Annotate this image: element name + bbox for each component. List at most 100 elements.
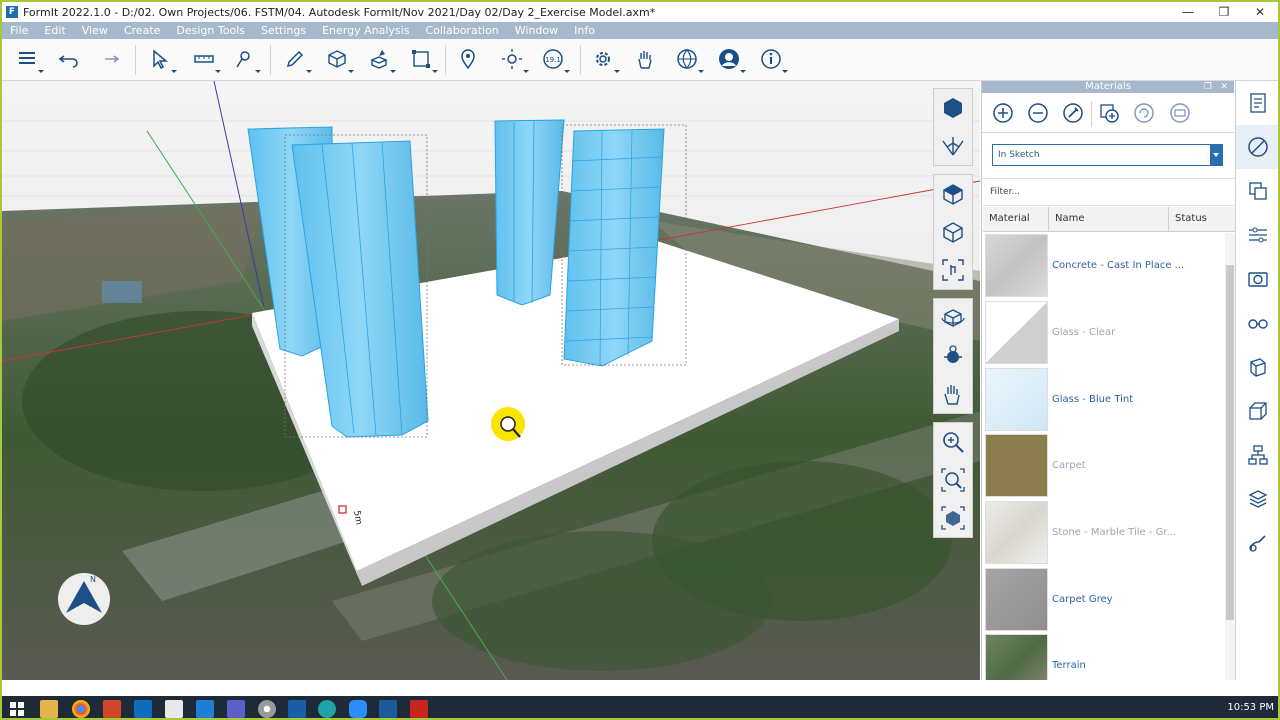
zoom-icon[interactable] bbox=[934, 423, 972, 461]
menu-design-tools[interactable]: Design Tools bbox=[168, 24, 253, 37]
fit-view-icon[interactable] bbox=[934, 251, 972, 289]
sketch-filter-select[interactable]: In Sketch bbox=[992, 144, 1223, 166]
ruler-icon[interactable]: 19.1 bbox=[538, 44, 570, 74]
list-item[interactable]: Glass - Blue Tint bbox=[983, 366, 1224, 434]
panel-close-icon[interactable]: ✕ bbox=[1220, 81, 1228, 93]
menu-energy-analysis[interactable]: Energy Analysis bbox=[314, 24, 417, 37]
formit-window: F FormIt 2022.1.0 - D:/02. Own Projects/… bbox=[0, 0, 1280, 720]
list-item[interactable]: Concrete - Cast In Place ... bbox=[983, 233, 1224, 300]
sun-icon[interactable] bbox=[497, 44, 529, 74]
refresh-icon[interactable] bbox=[1133, 102, 1155, 124]
pan-icon[interactable] bbox=[934, 375, 972, 413]
material-name: Stone - Marble Tile - Gr... bbox=[1052, 527, 1177, 539]
minimize-icon[interactable]: — bbox=[1170, 2, 1206, 22]
account-icon[interactable] bbox=[714, 44, 746, 74]
file-explorer-icon[interactable] bbox=[40, 700, 58, 718]
scrollbar-thumb[interactable] bbox=[1226, 265, 1234, 620]
menu-create[interactable]: Create bbox=[116, 24, 169, 37]
perspective-icon[interactable] bbox=[934, 127, 972, 165]
place-icon[interactable] bbox=[229, 44, 261, 74]
3d-viewport[interactable]: 5m N bbox=[2, 81, 980, 680]
zoom-extents-icon[interactable] bbox=[934, 499, 972, 537]
levels-icon[interactable] bbox=[1236, 213, 1278, 257]
revit-icon[interactable] bbox=[288, 700, 306, 718]
menu-settings[interactable]: Settings bbox=[253, 24, 314, 37]
edge-legacy-icon[interactable] bbox=[196, 700, 214, 718]
restore-icon[interactable]: ❐ bbox=[1206, 2, 1242, 22]
zoom-window-icon[interactable] bbox=[934, 461, 972, 499]
chrome-icon[interactable] bbox=[72, 700, 90, 718]
outlook-icon[interactable] bbox=[134, 700, 152, 718]
close-icon[interactable]: ✕ bbox=[1242, 2, 1278, 22]
undo-icon[interactable] bbox=[54, 44, 84, 74]
taskbar-clock[interactable]: 10:53 PM bbox=[1227, 702, 1274, 713]
layers-menu-icon[interactable] bbox=[12, 44, 44, 74]
zoom-icon[interactable] bbox=[349, 700, 367, 718]
clean-icon[interactable] bbox=[1169, 102, 1191, 124]
scene-canvas[interactable]: 5m N bbox=[2, 81, 980, 680]
sketch-filter-value: In Sketch bbox=[998, 150, 1040, 160]
plugin-icon[interactable] bbox=[1236, 521, 1278, 565]
draw-pencil-icon[interactable] bbox=[280, 44, 312, 74]
navigation-bar bbox=[933, 88, 973, 546]
iso-view-icon[interactable] bbox=[934, 213, 972, 251]
menu-file[interactable]: File bbox=[2, 24, 36, 37]
chevron-down-icon[interactable] bbox=[1210, 145, 1222, 165]
web-globe-icon[interactable] bbox=[672, 44, 704, 74]
look-around-icon[interactable] bbox=[934, 337, 972, 375]
list-item[interactable]: Terrain bbox=[983, 633, 1224, 680]
compass-icon[interactable]: N bbox=[58, 573, 110, 625]
list-item[interactable]: Carpet bbox=[983, 433, 1224, 500]
chrome-dev-icon[interactable] bbox=[258, 700, 276, 718]
menu-collaboration[interactable]: Collaboration bbox=[417, 24, 506, 37]
list-item[interactable]: Stone - Marble Tile - Gr... bbox=[983, 500, 1224, 567]
content-library-icon[interactable] bbox=[1236, 477, 1278, 521]
hand-icon[interactable] bbox=[630, 44, 660, 74]
location-pin-icon[interactable] bbox=[453, 44, 483, 74]
add-material-icon[interactable] bbox=[992, 102, 1014, 124]
cube-icon[interactable] bbox=[322, 44, 354, 74]
paint-icon[interactable] bbox=[165, 700, 183, 718]
layers-icon[interactable] bbox=[1236, 169, 1278, 213]
eyedropper-icon[interactable] bbox=[1062, 102, 1084, 124]
measure-icon[interactable] bbox=[189, 44, 221, 74]
components-icon[interactable] bbox=[1236, 389, 1278, 433]
edge-icon[interactable] bbox=[318, 700, 336, 718]
visual-styles-icon[interactable] bbox=[1236, 301, 1278, 345]
column-name[interactable]: Name bbox=[1049, 207, 1169, 232]
materials-panel: Materials ❐ ✕ In Sketch Filter... Materi… bbox=[981, 81, 1235, 680]
push-pull-icon[interactable] bbox=[364, 44, 396, 74]
info-icon[interactable] bbox=[756, 44, 788, 74]
materials-scrollbar[interactable] bbox=[1225, 233, 1235, 680]
materials-icon[interactable] bbox=[1236, 125, 1278, 169]
column-material[interactable]: Material bbox=[983, 207, 1049, 232]
menu-window[interactable]: Window bbox=[507, 24, 566, 37]
list-item[interactable]: Carpet Grey bbox=[983, 566, 1224, 634]
teams-icon[interactable] bbox=[227, 700, 245, 718]
top-view-icon[interactable] bbox=[934, 175, 972, 213]
scenes-icon[interactable] bbox=[1236, 257, 1278, 301]
redo-icon[interactable] bbox=[94, 44, 124, 74]
settings-gear-icon[interactable] bbox=[588, 44, 620, 74]
menu-info[interactable]: Info bbox=[566, 24, 603, 37]
powerpoint-icon[interactable] bbox=[103, 700, 121, 718]
list-item[interactable]: Glass - Clear bbox=[983, 300, 1224, 367]
main-toolbar: 19.1 bbox=[2, 39, 1278, 81]
dynamo-icon[interactable] bbox=[1236, 433, 1278, 477]
menu-view[interactable]: View bbox=[74, 24, 116, 37]
windows-start-icon[interactable] bbox=[8, 700, 26, 718]
orbit-icon[interactable] bbox=[934, 299, 972, 337]
groups-icon[interactable] bbox=[1236, 345, 1278, 389]
view-cube-icon[interactable] bbox=[934, 89, 972, 127]
column-status[interactable]: Status bbox=[1169, 207, 1235, 232]
acrobat-icon[interactable] bbox=[410, 700, 428, 718]
select-icon[interactable] bbox=[145, 44, 177, 74]
properties-icon[interactable] bbox=[1236, 81, 1278, 125]
formit-icon[interactable] bbox=[379, 700, 397, 718]
remove-material-icon[interactable] bbox=[1027, 102, 1049, 124]
transform-icon[interactable] bbox=[406, 44, 438, 74]
menu-edit[interactable]: Edit bbox=[36, 24, 73, 37]
undock-icon[interactable]: ❐ bbox=[1204, 81, 1212, 93]
new-library-icon[interactable] bbox=[1098, 102, 1120, 124]
materials-filter-input[interactable]: Filter... bbox=[983, 178, 1235, 206]
